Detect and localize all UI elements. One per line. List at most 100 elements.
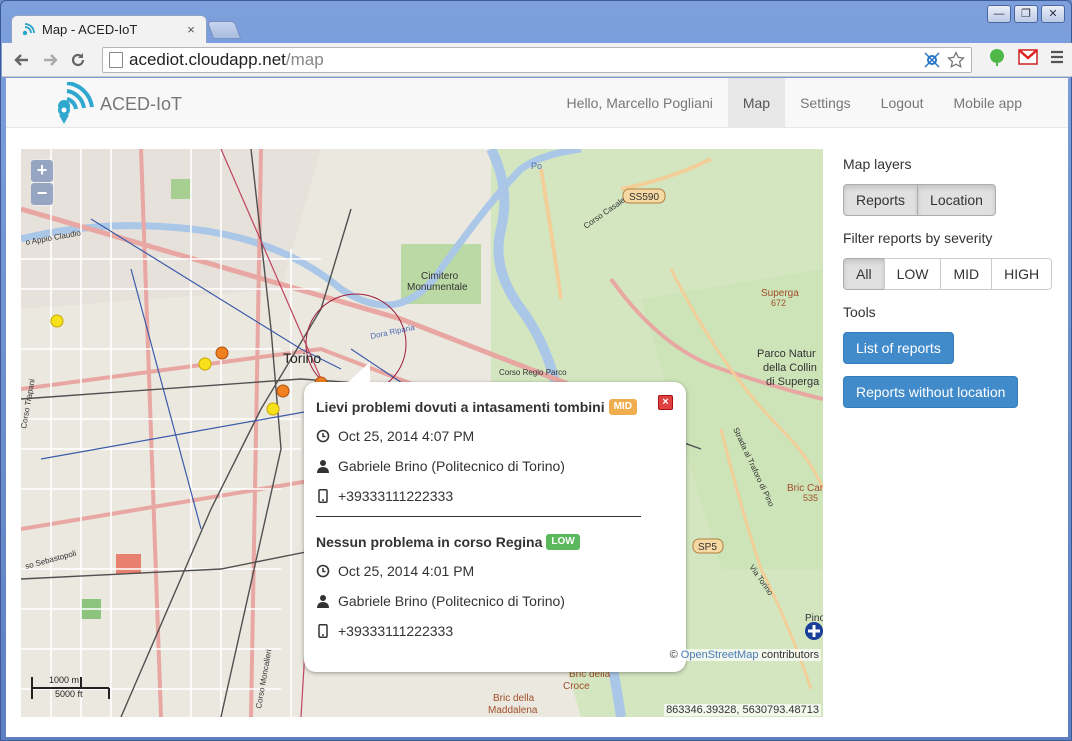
new-tab-button[interactable] <box>206 21 242 39</box>
filter-high-button[interactable]: HIGH <box>991 258 1053 290</box>
report-title-text: Nessun problema in corso Regina <box>316 534 543 550</box>
filter-low-button[interactable]: LOW <box>883 258 942 290</box>
report-author: Gabriele Brino (Politecnico di Torino) <box>316 451 674 481</box>
map-attribution: © OpenStreetMap contributors <box>667 649 821 661</box>
label-po: Po <box>531 161 542 171</box>
tab-close-icon[interactable]: × <box>184 22 198 37</box>
phone-text: +39333111222333 <box>338 488 454 504</box>
zoom-out-button[interactable]: − <box>31 183 53 205</box>
datetime-text: Oct 25, 2014 4:07 PM <box>338 428 475 444</box>
report-marker[interactable] <box>198 357 212 371</box>
layer-toggle-group: Reports Location <box>843 184 1058 216</box>
label-monumentale: Monumentale <box>407 282 468 293</box>
report-item: Lievi problemi dovuti a intasamenti tomb… <box>316 396 674 511</box>
copyright-symbol: © <box>669 649 678 661</box>
wifi-pin-icon <box>22 22 35 35</box>
mobile-phone-icon <box>316 489 330 503</box>
page-icon <box>109 52 123 68</box>
filter-all-button[interactable]: All <box>843 258 885 290</box>
browser-toolbar: acediot.cloudapp.net/map <box>2 43 1072 77</box>
nav-logout[interactable]: Logout <box>866 78 939 128</box>
nav-settings[interactable]: Settings <box>785 78 866 128</box>
report-title: Nessun problema in corso Regina LOW <box>316 531 674 553</box>
author-text: Gabriele Brino (Politecnico di Torino) <box>338 593 565 609</box>
nav-map[interactable]: Map <box>727 78 786 128</box>
report-datetime: Oct 25, 2014 4:07 PM <box>316 421 674 451</box>
report-marker[interactable] <box>50 314 64 328</box>
label-parco-3: di Superga <box>766 376 820 388</box>
map-view[interactable]: Torino Cimitero Monumentale Parco Natur … <box>21 149 823 717</box>
report-item: Nessun problema in corso Regina LOW Oct … <box>316 531 674 646</box>
label-torino: Torino <box>283 350 321 366</box>
address-bar[interactable]: acediot.cloudapp.net/map <box>102 47 972 73</box>
back-icon[interactable] <box>8 46 36 74</box>
report-title: Lievi problemi dovuti a intasamenti tomb… <box>316 396 674 418</box>
scale-bar: 1000 m 5000 ft <box>31 675 111 701</box>
nav-links: Hello, Marcello Pogliani Map Settings Lo… <box>552 78 1068 128</box>
osm-link[interactable]: OpenStreetMap <box>681 649 759 661</box>
label-bric-madd-2: Maddalena <box>488 705 538 716</box>
mouse-coordinates: 863346.39328, 5630793.48713 <box>664 704 821 716</box>
reports-without-location-button[interactable]: Reports without location <box>843 376 1019 408</box>
tab-bar: Map - ACED-IoT × — ❐ ✕ <box>1 1 1071 43</box>
nav-mobile-app[interactable]: Mobile app <box>939 78 1069 128</box>
browser-window: Map - ACED-IoT × — ❐ ✕ acediot.cloudapp.… <box>0 0 1072 741</box>
severity-filter-group: All LOW MID HIGH <box>843 258 1058 290</box>
author-text: Gabriele Brino (Politecnico di Torino) <box>338 458 565 474</box>
layer-location-button[interactable]: Location <box>917 184 996 216</box>
report-marker[interactable] <box>215 346 229 360</box>
extension-icon[interactable] <box>988 48 1006 66</box>
scale-imperial: 5000 ft <box>55 689 83 699</box>
filter-label: Filter reports by severity <box>843 230 993 246</box>
mobile-phone-icon <box>316 624 330 638</box>
report-phone: +39333111222333 <box>316 616 674 646</box>
star-icon[interactable] <box>947 51 965 69</box>
translate-icon[interactable] <box>923 51 941 69</box>
report-datetime: Oct 25, 2014 4:01 PM <box>316 556 674 586</box>
label-superga-num: 672 <box>771 298 786 308</box>
datetime-text: Oct 25, 2014 4:01 PM <box>338 563 475 579</box>
gmail-icon[interactable] <box>1018 49 1038 65</box>
label-parco-2: della Collin <box>763 362 817 374</box>
top-navbar: ACED-IoT Hello, Marcello Pogliani Map Se… <box>6 78 1068 128</box>
filter-mid-button[interactable]: MID <box>940 258 993 290</box>
menu-icon[interactable] <box>1050 50 1064 64</box>
wifi-pin-logo-icon <box>58 82 94 124</box>
report-author: Gabriele Brino (Politecnico di Torino) <box>316 586 674 616</box>
browser-tab[interactable]: Map - ACED-IoT × <box>11 15 207 43</box>
web-page: ACED-IoT Hello, Marcello Pogliani Map Se… <box>6 78 1068 737</box>
severity-badge: LOW <box>546 534 580 550</box>
url-host: acediot.cloudapp.net <box>129 50 286 69</box>
zoom-in-button[interactable]: + <box>31 160 53 182</box>
nav-greeting[interactable]: Hello, Marcello Pogliani <box>552 78 728 128</box>
report-title-text: Lievi problemi dovuti a intasamenti tomb… <box>316 399 605 415</box>
url-path: /map <box>285 50 324 69</box>
map-layers-label: Map layers <box>843 156 912 172</box>
minimize-button[interactable]: — <box>987 5 1011 23</box>
label-cimitero: Cimitero <box>421 271 459 282</box>
attribution-suffix: contributors <box>761 649 819 661</box>
report-phone: +39333111222333 <box>316 481 674 511</box>
list-of-reports-button[interactable]: List of reports <box>843 332 954 364</box>
reload-icon[interactable] <box>64 46 92 74</box>
scale-metric: 1000 m <box>49 675 80 685</box>
label-corso-regio: Corso Regio Parco <box>499 368 567 377</box>
clock-icon <box>316 429 330 443</box>
label-parco-1: Parco Natur <box>757 348 816 360</box>
maximize-button[interactable]: ❐ <box>1014 5 1038 23</box>
report-marker[interactable] <box>266 402 280 416</box>
user-icon <box>316 594 330 608</box>
user-icon <box>316 459 330 473</box>
phone-text: +39333111222333 <box>338 623 454 639</box>
layer-reports-button[interactable]: Reports <box>843 184 919 216</box>
report-marker[interactable] <box>276 384 290 398</box>
forward-icon[interactable] <box>36 46 64 74</box>
report-separator <box>316 516 641 517</box>
brand-name: ACED-IoT <box>100 93 183 114</box>
clock-icon <box>316 564 330 578</box>
brand[interactable]: ACED-IoT <box>54 82 182 126</box>
label-sp5: SP5 <box>698 542 717 553</box>
label-ss590: SS590 <box>629 192 659 203</box>
label-bric-num: 535 <box>803 493 818 503</box>
close-window-button[interactable]: ✕ <box>1041 5 1065 23</box>
